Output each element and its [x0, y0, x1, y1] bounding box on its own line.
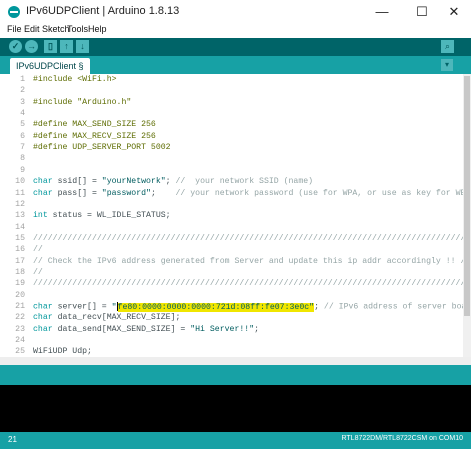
minimize-button[interactable]: — [368, 2, 396, 22]
line-number: 17 [15, 256, 25, 266]
line-number: 24 [15, 336, 25, 346]
line-code[interactable]: char server[] = "fe80:0000:0000:0000:721… [33, 302, 463, 312]
verify-button[interactable]: ✓ [9, 40, 22, 53]
line-number: 23 [15, 324, 25, 334]
message-bar [0, 365, 471, 385]
line-code[interactable]: #include "Arduino.h" [33, 98, 131, 107]
line-number: 25 [15, 347, 25, 357]
line-number: 7 [20, 143, 25, 153]
status-bar: 21 RTL8722DM/RTL8722CSM on COM10 [0, 432, 471, 449]
toolbar: ✓ → ▯ ↑ ↓ ⌕ [0, 38, 471, 56]
title-bar: IPv6UDPClient | Arduino 1.8.13 — ☐ ✕ [0, 0, 471, 24]
close-button[interactable]: ✕ [440, 2, 468, 22]
save-sketch-button[interactable]: ↓ [76, 40, 89, 53]
line-code[interactable]: char data_recv[MAX_RECV_SIZE]; [33, 313, 180, 322]
board-port-label: RTL8722DM/RTL8722CSM on COM10 [341, 435, 463, 442]
line-number: 2 [20, 86, 25, 96]
line-code[interactable]: ////////////////////////////////////////… [33, 279, 463, 288]
line-number: 3 [20, 97, 25, 107]
line-code[interactable]: int status = WL_IDLE_STATUS; [33, 211, 171, 220]
arduino-logo-icon [8, 6, 20, 18]
line-number: 19 [15, 279, 25, 289]
line-code[interactable]: // // [33, 245, 463, 254]
line-number: 20 [15, 290, 25, 300]
line-number: 12 [15, 199, 25, 209]
cursor-line-number: 21 [8, 435, 17, 444]
new-sketch-button[interactable]: ▯ [44, 40, 57, 53]
menu-help[interactable]: Help [88, 24, 107, 34]
line-code[interactable]: // // [33, 268, 463, 277]
upload-button[interactable]: → [25, 40, 38, 53]
line-number: 4 [20, 109, 25, 119]
line-number: 14 [15, 222, 25, 232]
line-number: 9 [20, 165, 25, 175]
line-code[interactable]: #define UDP_SERVER_PORT 5002 [33, 143, 171, 152]
window-title: IPv6UDPClient | Arduino 1.8.13 [26, 5, 180, 17]
line-number: 22 [15, 313, 25, 323]
line-number: 8 [20, 154, 25, 164]
line-code[interactable]: char data_send[MAX_SEND_SIZE] = "Hi Serv… [33, 325, 259, 334]
menu-tools[interactable]: Tools [67, 24, 88, 34]
menu-sketch[interactable]: Sketch [42, 24, 70, 34]
menu-edit[interactable]: Edit [24, 24, 40, 34]
line-code[interactable]: #include <WiFi.h> [33, 75, 117, 84]
line-number: 5 [20, 120, 25, 130]
line-number: 16 [15, 245, 25, 255]
menu-bar: File Edit Sketch Tools Help [0, 24, 471, 38]
line-number: 11 [15, 188, 25, 198]
line-number: 15 [15, 233, 25, 243]
line-code[interactable]: #define MAX_RECV_SIZE 256 [33, 132, 156, 141]
tab-menu-icon[interactable]: ▾ [441, 59, 453, 71]
line-number: 18 [15, 267, 25, 277]
console-output [0, 385, 471, 432]
line-number: 1 [20, 75, 25, 84]
code-editor[interactable]: 1 #include <WiFi.h> 2 3 #include "Arduino.h"… [0, 74, 463, 357]
line-number: 21 [15, 302, 25, 311]
line-code[interactable]: char ssid[] = "yourNetwork"; // your net… [33, 177, 313, 186]
line-code[interactable]: #define MAX_SEND_SIZE 256 [33, 120, 156, 129]
tab-ipv6udpclient[interactable]: IPv6UDPClient § [10, 58, 90, 74]
line-code[interactable]: ////////////////////////////////////////… [33, 234, 463, 243]
line-number: 13 [15, 211, 25, 221]
scrollbar-thumb[interactable] [464, 76, 470, 316]
line-number: 10 [15, 177, 25, 187]
maximize-button[interactable]: ☐ [408, 2, 436, 22]
tab-bar: IPv6UDPClient § ▾ [0, 56, 471, 74]
serial-monitor-button[interactable]: ⌕ [441, 40, 454, 53]
line-code[interactable]: // Check the IPv6 address generated from… [33, 257, 463, 266]
line-code[interactable]: WiFiUDP Udp; [33, 347, 92, 356]
menu-file[interactable]: File [7, 24, 22, 34]
open-sketch-button[interactable]: ↑ [60, 40, 73, 53]
line-code[interactable]: char pass[] = "password"; // your networ… [33, 189, 463, 198]
horizontal-scrollbar[interactable] [0, 357, 471, 365]
line-number: 6 [20, 131, 25, 141]
